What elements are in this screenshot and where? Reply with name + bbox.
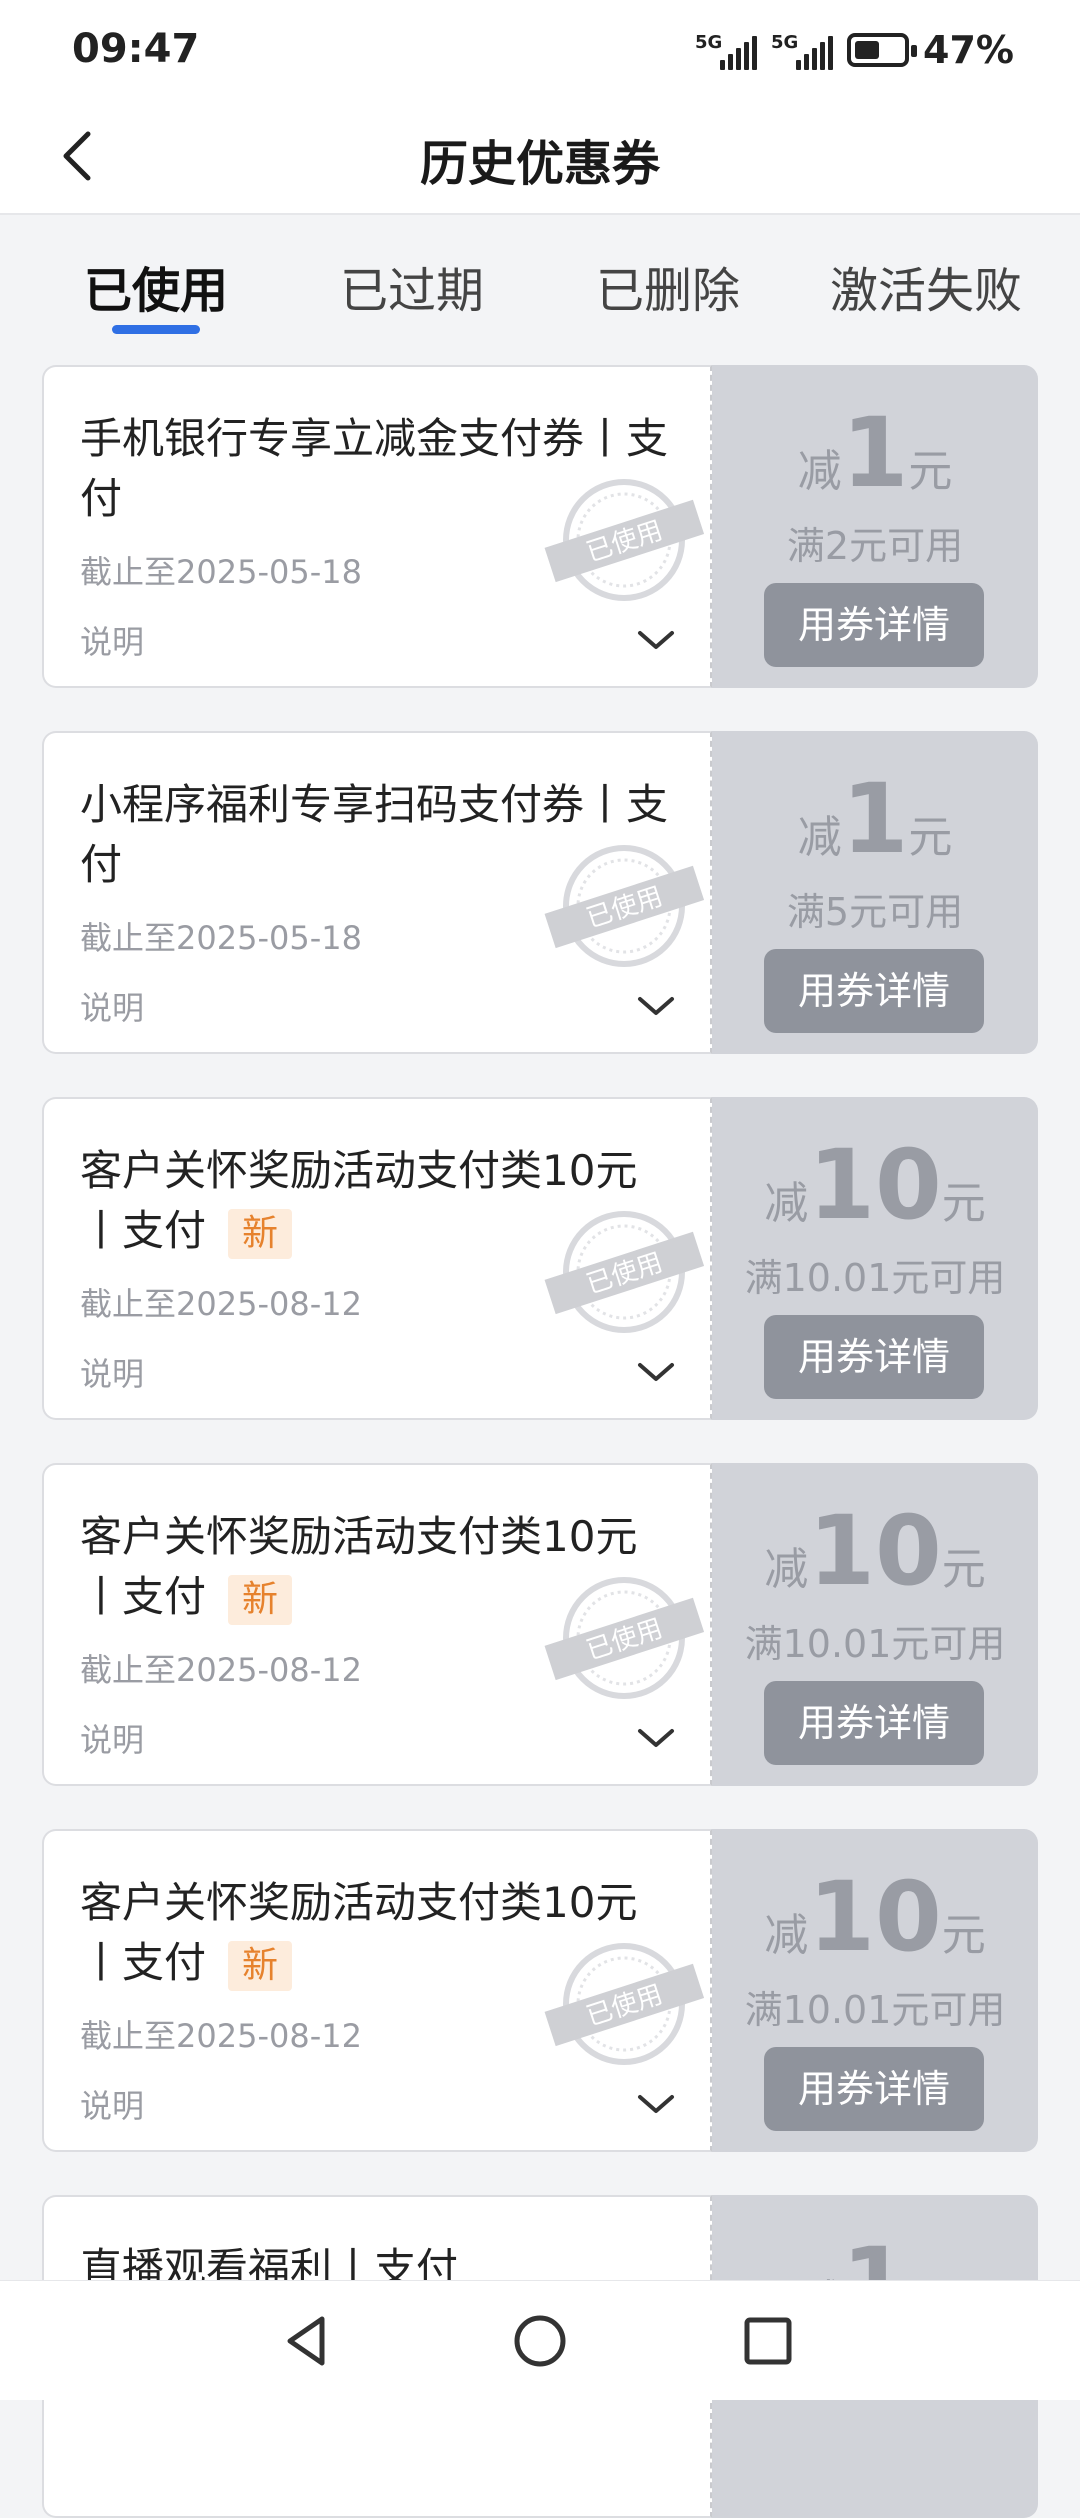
coupon-value-panel: 减1元 满2元可用 用券详情 (712, 365, 1038, 688)
coupon-info[interactable]: 客户关怀奖励活动支付类10元丨支付新 截止至2025-08-12 说明 已使用 (42, 1463, 712, 1786)
coupon-expiry: 截止至2025-05-18 (80, 919, 362, 957)
used-stamp-icon: 已使用 (544, 1943, 704, 2065)
coupon-detail-button[interactable]: 用券详情 (764, 949, 984, 1033)
battery-percent: 47% (923, 28, 1014, 72)
used-stamp-icon: 已使用 (544, 1211, 704, 1333)
nav-home-icon[interactable] (510, 2311, 570, 2371)
coupon-amount: 减1元 (797, 397, 953, 509)
chevron-down-icon[interactable] (634, 1723, 678, 1753)
coupon-note-label: 说明 (80, 989, 145, 1027)
coupon-expiry: 截止至2025-08-12 (80, 1285, 362, 1323)
coupon-condition: 满10.01元可用 (744, 1256, 1006, 1300)
coupon-info[interactable]: 小程序福利专享扫码支付券丨支付 截止至2025-05-18 说明 已使用 (42, 731, 712, 1054)
coupon-value-panel: 减1元 满5元可用 用券详情 (712, 731, 1038, 1054)
status-time: 09:47 (72, 26, 200, 72)
coupon-note-label: 说明 (80, 2087, 145, 2125)
tab-used[interactable]: 已使用 (80, 251, 232, 321)
new-badge: 新 (228, 1208, 293, 1259)
coupon-condition: 满2元可用 (786, 524, 964, 568)
used-stamp-icon: 已使用 (544, 479, 704, 601)
system-nav-bar (0, 2280, 1080, 2400)
tab-deleted[interactable]: 已删除 (592, 251, 744, 321)
status-icons: 5G 5G 47% (695, 24, 1014, 76)
coupon-value-panel: 减10元 满10.01元可用 用券详情 (712, 1829, 1038, 2152)
chevron-down-icon[interactable] (634, 1357, 678, 1387)
signal-icon: 5G (695, 30, 758, 70)
header: 历史优惠券 (0, 100, 1080, 215)
coupon-amount: 减10元 (764, 1495, 986, 1607)
coupon-amount: 减1元 (797, 763, 953, 875)
coupon-info[interactable]: 客户关怀奖励活动支付类10元丨支付新 截止至2025-08-12 说明 已使用 (42, 1097, 712, 1420)
tab-indicator (112, 325, 200, 334)
coupon-expiry: 截止至2025-08-12 (80, 1651, 362, 1689)
signal-icon: 5G (771, 30, 834, 70)
coupon-card: 客户关怀奖励活动支付类10元丨支付新 截止至2025-08-12 说明 已使用 … (42, 1097, 1038, 1420)
tab-expired[interactable]: 已过期 (336, 251, 488, 321)
new-badge: 新 (228, 1574, 293, 1625)
nav-recents-icon[interactable] (738, 2311, 798, 2371)
tab-bar: 已使用 已过期 已删除 激活失败 (0, 217, 1080, 342)
coupon-condition: 满10.01元可用 (744, 1622, 1006, 1666)
coupon-card: 客户关怀奖励活动支付类10元丨支付新 截止至2025-08-12 说明 已使用 … (42, 1829, 1038, 2152)
coupon-note-label: 说明 (80, 1355, 145, 1393)
coupon-info[interactable]: 客户关怀奖励活动支付类10元丨支付新 截止至2025-08-12 说明 已使用 (42, 1829, 712, 2152)
coupon-note-label: 说明 (80, 1721, 145, 1759)
status-bar: 09:47 5G 5G 47% (0, 0, 1080, 100)
coupon-note-label: 说明 (80, 623, 145, 661)
chevron-down-icon[interactable] (634, 625, 678, 655)
page-title: 历史优惠券 (419, 136, 660, 192)
coupon-detail-button[interactable]: 用券详情 (764, 1681, 984, 1765)
coupon-value-panel: 减10元 满10.01元可用 用券详情 (712, 1097, 1038, 1420)
new-badge: 新 (228, 1940, 293, 1991)
coupon-value-panel: 减10元 满10.01元可用 用券详情 (712, 1463, 1038, 1786)
nav-back-icon[interactable] (278, 2311, 338, 2371)
coupon-expiry: 截止至2025-05-18 (80, 553, 362, 591)
chevron-down-icon[interactable] (634, 991, 678, 1021)
used-stamp-icon: 已使用 (544, 1577, 704, 1699)
coupon-detail-button[interactable]: 用券详情 (764, 1315, 984, 1399)
coupon-condition: 满5元可用 (786, 890, 964, 934)
chevron-down-icon[interactable] (634, 2089, 678, 2119)
coupon-amount: 减10元 (764, 1129, 986, 1241)
used-stamp-icon: 已使用 (544, 845, 704, 967)
coupon-expiry: 截止至2025-08-12 (80, 2017, 362, 2055)
coupon-card: 客户关怀奖励活动支付类10元丨支付新 截止至2025-08-12 说明 已使用 … (42, 1463, 1038, 1786)
coupon-condition: 满10.01元可用 (744, 1988, 1006, 2032)
battery-icon (847, 33, 918, 67)
coupon-detail-button[interactable]: 用券详情 (764, 2047, 984, 2131)
coupon-detail-button[interactable]: 用券详情 (764, 583, 984, 667)
coupon-amount: 减10元 (764, 1861, 986, 1973)
coupon-card: 手机银行专享立减金支付券丨支付 截止至2025-05-18 说明 已使用 减1元… (42, 365, 1038, 688)
coupon-card: 小程序福利专享扫码支付券丨支付 截止至2025-05-18 说明 已使用 减1元… (42, 731, 1038, 1054)
coupon-info[interactable]: 手机银行专享立减金支付券丨支付 截止至2025-05-18 说明 已使用 (42, 365, 712, 688)
tab-activation-failed[interactable]: 激活失败 (826, 251, 1026, 321)
